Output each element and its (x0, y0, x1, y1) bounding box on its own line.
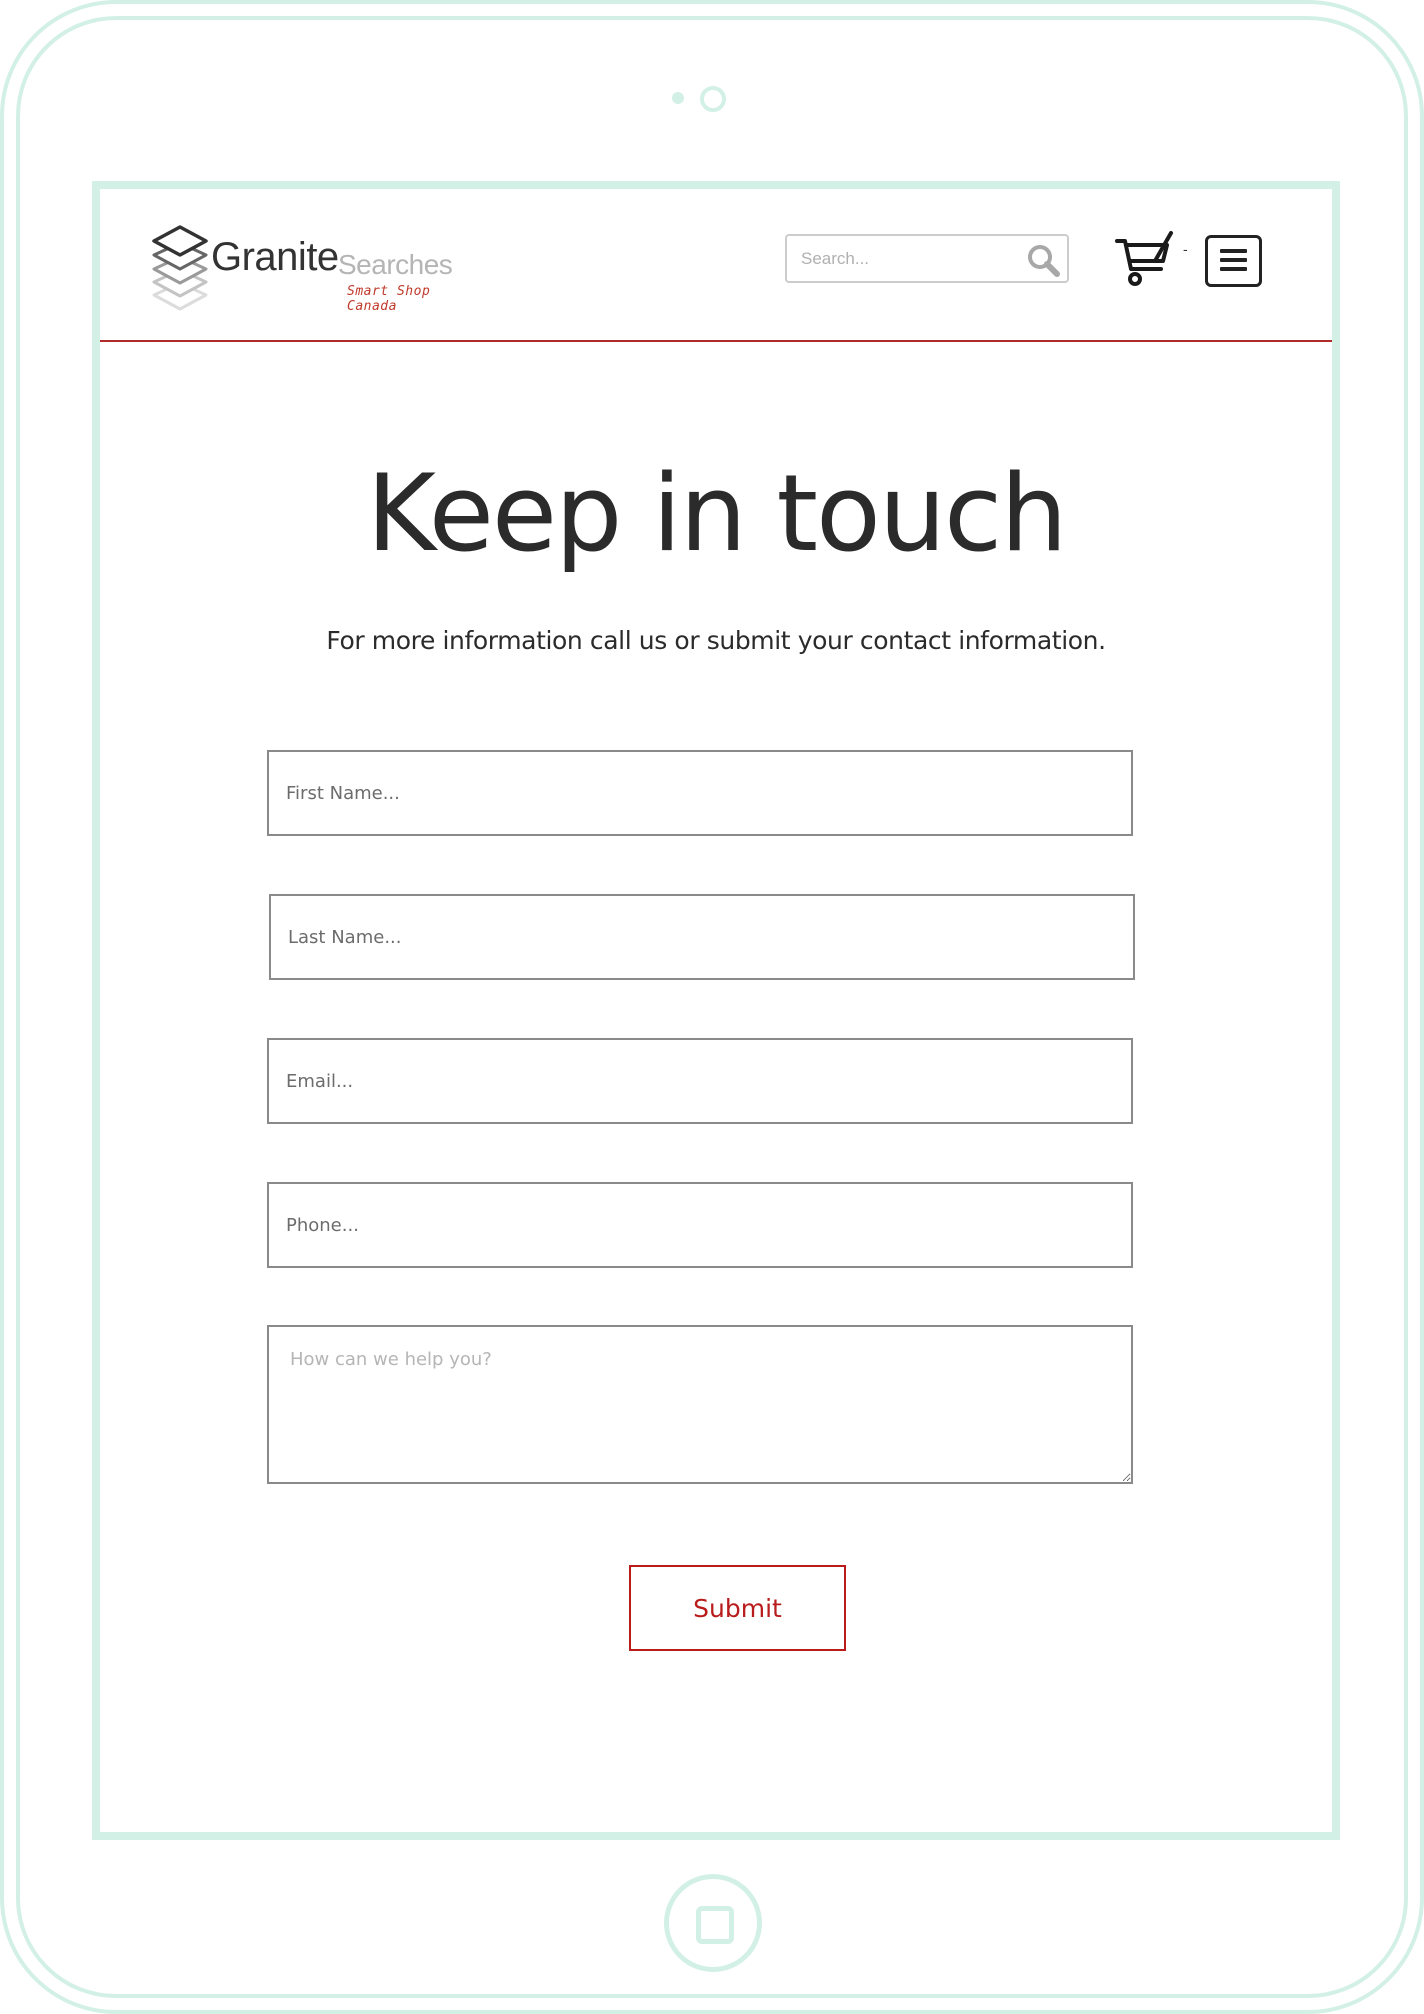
menu-bar (1220, 267, 1247, 271)
cart-icon[interactable] (1113, 231, 1177, 289)
search-icon[interactable] (1025, 242, 1061, 278)
menu-bar (1220, 249, 1247, 253)
cart-count-badge: - (1183, 241, 1188, 257)
page-title: Keep in touch (366, 452, 1067, 575)
first-name-field[interactable] (267, 750, 1133, 836)
menu-bar (1220, 258, 1247, 262)
front-camera (700, 86, 726, 112)
tablet-screen: Granite Searches Smart Shop Canada - Kee… (92, 181, 1340, 1840)
last-name-field[interactable] (269, 894, 1135, 980)
page-subtitle: For more information call us or submit y… (326, 626, 1106, 655)
camera-sensor (672, 92, 684, 104)
search-input[interactable] (787, 236, 1031, 281)
submit-button[interactable]: Submit (629, 1565, 846, 1651)
hamburger-menu-button[interactable] (1205, 235, 1262, 287)
home-button-icon (696, 1906, 734, 1944)
site-header: Granite Searches Smart Shop Canada - (100, 189, 1332, 342)
site-logo[interactable]: Granite Searches Smart Shop Canada (150, 221, 470, 321)
phone-field[interactable] (267, 1182, 1133, 1268)
logo-wordmark-primary: Granite (211, 235, 339, 279)
header-search (785, 234, 1069, 283)
stacked-layers-logo-icon (152, 225, 208, 311)
logo-tagline: Smart Shop Canada (347, 284, 431, 314)
home-button[interactable] (664, 1874, 762, 1972)
message-textarea[interactable] (267, 1325, 1133, 1484)
logo-wordmark-secondary: Searches (338, 249, 453, 280)
email-field[interactable] (267, 1038, 1133, 1124)
